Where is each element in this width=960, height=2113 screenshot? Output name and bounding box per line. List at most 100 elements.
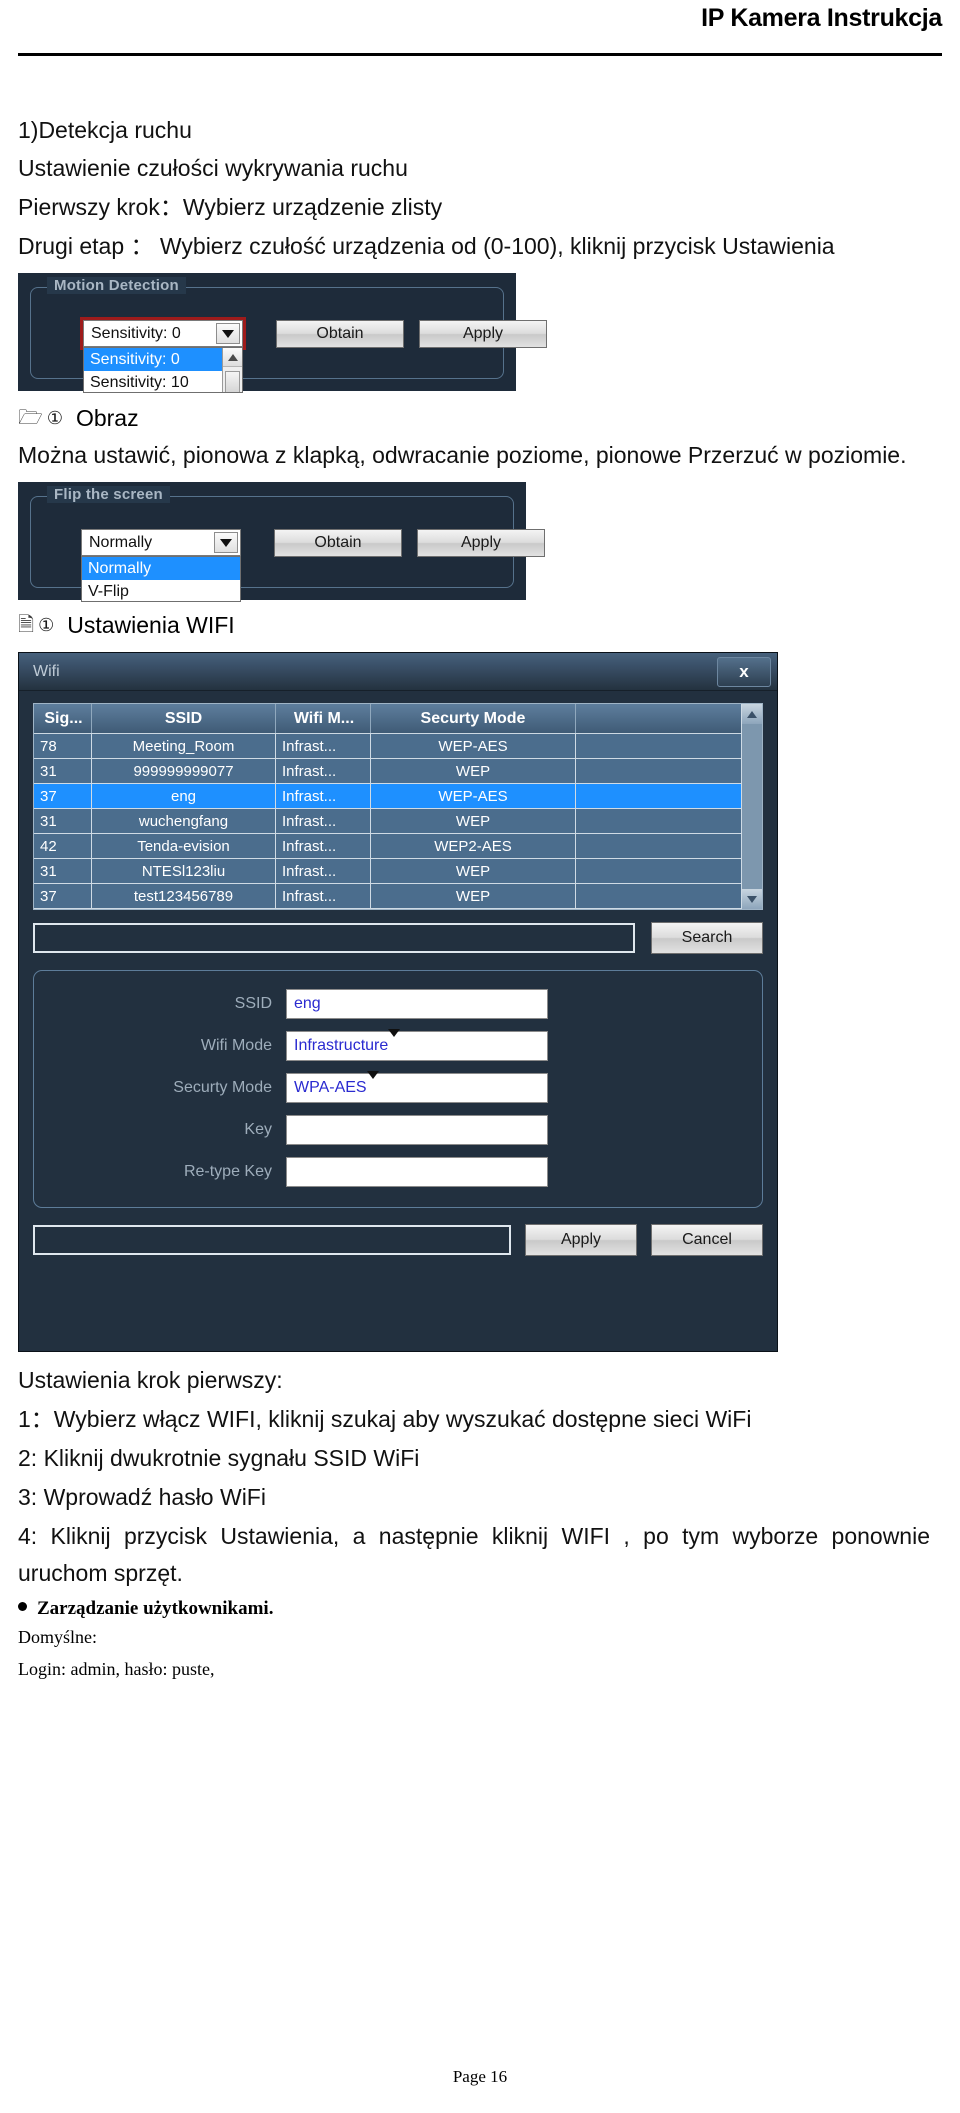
table-row[interactable]: 78 Meeting_Room Infrast... WEP-AES: [34, 734, 762, 759]
ssid-input[interactable]: eng: [286, 989, 548, 1019]
page-number: Page 16: [452, 2067, 508, 2086]
wifi-dialog-title: Wifi: [33, 662, 60, 680]
wifi-table-scrollbar[interactable]: [741, 704, 762, 909]
instructions-step-3: 3: Wprowadź hasło WiFi: [18, 1484, 266, 1510]
motion-apply-button[interactable]: Apply: [419, 320, 547, 348]
flip-screen-group-title: Flip the screen: [47, 486, 170, 503]
wifi-search-row: Search: [33, 922, 763, 954]
instructions-step-2: 2: Kliknij dwukrotnie sygnału SSID WiFi: [18, 1445, 420, 1471]
cell-signal: 42: [34, 834, 92, 858]
wifi-mode-row: Wifi Mode Infrastructure: [34, 1029, 762, 1061]
flip-mode-combobox[interactable]: Normally: [81, 529, 241, 556]
cell-mode: Infrast...: [276, 859, 371, 883]
cell-signal: 31: [34, 859, 92, 883]
scroll-up-icon[interactable]: [742, 704, 762, 724]
cell-security: WEP: [371, 759, 576, 783]
table-row[interactable]: 42 Tenda-evision Infrast... WEP2-AES: [34, 834, 762, 859]
cell-mode: Infrast...: [276, 834, 371, 858]
table-row[interactable]: 37 eng Infrast... WEP-AES: [34, 784, 762, 809]
cell-security: WEP-AES: [371, 734, 576, 758]
security-mode-value: WPA-AES: [294, 1079, 367, 1096]
wifi-table-header-row: Sig... SSID Wifi M... Securty Mode: [34, 704, 762, 734]
motion-detection-group-title: Motion Detection: [47, 277, 186, 294]
flip-obtain-button[interactable]: Obtain: [274, 529, 402, 557]
chevron-down-icon[interactable]: [366, 1071, 379, 1097]
cell-ssid: NTESl123liu: [92, 859, 276, 883]
cell-extra: [576, 859, 762, 883]
cell-ssid: wuchengfang: [92, 809, 276, 833]
sensitivity-dropdown-scrollbar[interactable]: [222, 348, 242, 392]
chevron-down-icon[interactable]: [388, 1029, 401, 1055]
motion-section-line-2: Pierwszy krok：Wybierz urządzenie zlisty: [18, 194, 443, 220]
flip-apply-button[interactable]: Apply: [417, 529, 545, 557]
scrollbar-thumb[interactable]: [225, 371, 240, 392]
image-section-heading: Obraz: [75, 405, 139, 431]
close-icon[interactable]: x: [717, 656, 771, 687]
circled-one-icon: ①: [46, 408, 63, 428]
image-section-line-1: Można ustawić, pionowa z klapką, odwraca…: [18, 442, 907, 468]
wifi-apply-button[interactable]: Apply: [525, 1224, 637, 1256]
cell-extra: [576, 784, 762, 808]
cell-ssid: 999999999077: [92, 759, 276, 783]
bullet-icon: [18, 1602, 27, 1611]
retype-key-input[interactable]: [286, 1157, 548, 1187]
search-input[interactable]: [33, 923, 635, 953]
table-row[interactable]: 31 999999999077 Infrast... WEP: [34, 759, 762, 784]
motion-section-line-3: Drugi etap ： Wybierz czułość urządzenia …: [18, 233, 835, 259]
cell-security: WEP: [371, 809, 576, 833]
flip-mode-option-0[interactable]: Normally: [82, 557, 240, 580]
wifi-dialog: Wifi x Sig... SSID Wifi M... Securty Mod…: [18, 652, 778, 1352]
ssid-row: SSID eng: [34, 989, 762, 1019]
security-mode-label: Securty Mode: [173, 1079, 272, 1096]
sensitivity-combobox-value: Sensitivity: 0: [91, 324, 181, 342]
table-row[interactable]: 31 NTESl123liu Infrast... WEP: [34, 859, 762, 884]
document-header: IP Kamera Instrukcja: [18, 0, 942, 56]
wifi-column-extra: [576, 704, 762, 733]
cell-signal: 31: [34, 809, 92, 833]
sensitivity-option-1[interactable]: Sensitivity: 10: [84, 371, 223, 392]
wifi-cancel-button[interactable]: Cancel: [651, 1224, 763, 1256]
key-input[interactable]: [286, 1115, 548, 1145]
chevron-down-icon[interactable]: [216, 323, 240, 344]
table-row[interactable]: 31 wuchengfang Infrast... WEP: [34, 809, 762, 834]
cell-security: WEP: [371, 884, 576, 908]
cell-security: WEP2-AES: [371, 834, 576, 858]
security-mode-row: Securty Mode WPA-AES: [34, 1071, 762, 1103]
motion-section-heading: 1)Detekcja ruchu: [18, 117, 192, 143]
flip-mode-option-1[interactable]: V-Flip: [82, 580, 240, 601]
scroll-down-icon[interactable]: [742, 889, 762, 909]
motion-obtain-button[interactable]: Obtain: [276, 320, 404, 348]
motion-detection-screenshot: Motion Detection Sensitivity: 0 Sensitiv…: [18, 273, 547, 393]
scroll-up-icon[interactable]: [223, 348, 242, 367]
cell-ssid: eng: [92, 784, 276, 808]
cell-security: WEP-AES: [371, 784, 576, 808]
image-section: 🗁 ① Obraz Można ustawić, pionowa z klapk…: [18, 399, 942, 474]
wifi-dialog-titlebar: Wifi x: [19, 653, 777, 691]
chevron-down-icon[interactable]: [214, 532, 238, 553]
ssid-label: SSID: [234, 995, 272, 1012]
cell-ssid: Tenda-evision: [92, 834, 276, 858]
instructions-title: Ustawienia krok pierwszy:: [18, 1367, 283, 1393]
wifi-mode-select[interactable]: Infrastructure: [286, 1029, 548, 1061]
sensitivity-dropdown-list[interactable]: Sensitivity: 0 Sensitivity: 10: [83, 347, 243, 393]
wifi-column-signal: Sig...: [34, 704, 92, 733]
security-mode-select[interactable]: WPA-AES: [286, 1071, 548, 1103]
document-page: IP Kamera Instrukcja 1)Detekcja ruchu Us…: [0, 0, 960, 2113]
cell-extra: [576, 734, 762, 758]
flip-screen-groupbox: Flip the screen Normally Normally V-Flip…: [30, 486, 545, 602]
status-input[interactable]: [33, 1225, 511, 1255]
retype-key-row: Re-type Key: [34, 1157, 762, 1187]
wifi-section-heading: Ustawienia WIFI: [67, 612, 235, 638]
flip-mode-combobox-value: Normally: [89, 533, 153, 551]
wifi-network-table[interactable]: Sig... SSID Wifi M... Securty Mode 78 Me…: [33, 703, 763, 910]
login-line: Login: admin, hasło: puste,: [18, 1659, 215, 1679]
sensitivity-option-0[interactable]: Sensitivity: 0: [84, 348, 223, 371]
cell-ssid: test123456789: [92, 884, 276, 908]
table-row[interactable]: 37 test123456789 Infrast... WEP: [34, 884, 762, 909]
search-button[interactable]: Search: [651, 922, 763, 954]
flip-mode-dropdown-list[interactable]: Normally V-Flip: [81, 556, 241, 602]
wifi-column-mode: Wifi M...: [276, 704, 371, 733]
wifi-column-ssid: SSID: [92, 704, 276, 733]
sensitivity-combobox[interactable]: Sensitivity: 0: [80, 317, 246, 350]
cell-mode: Infrast...: [276, 784, 371, 808]
